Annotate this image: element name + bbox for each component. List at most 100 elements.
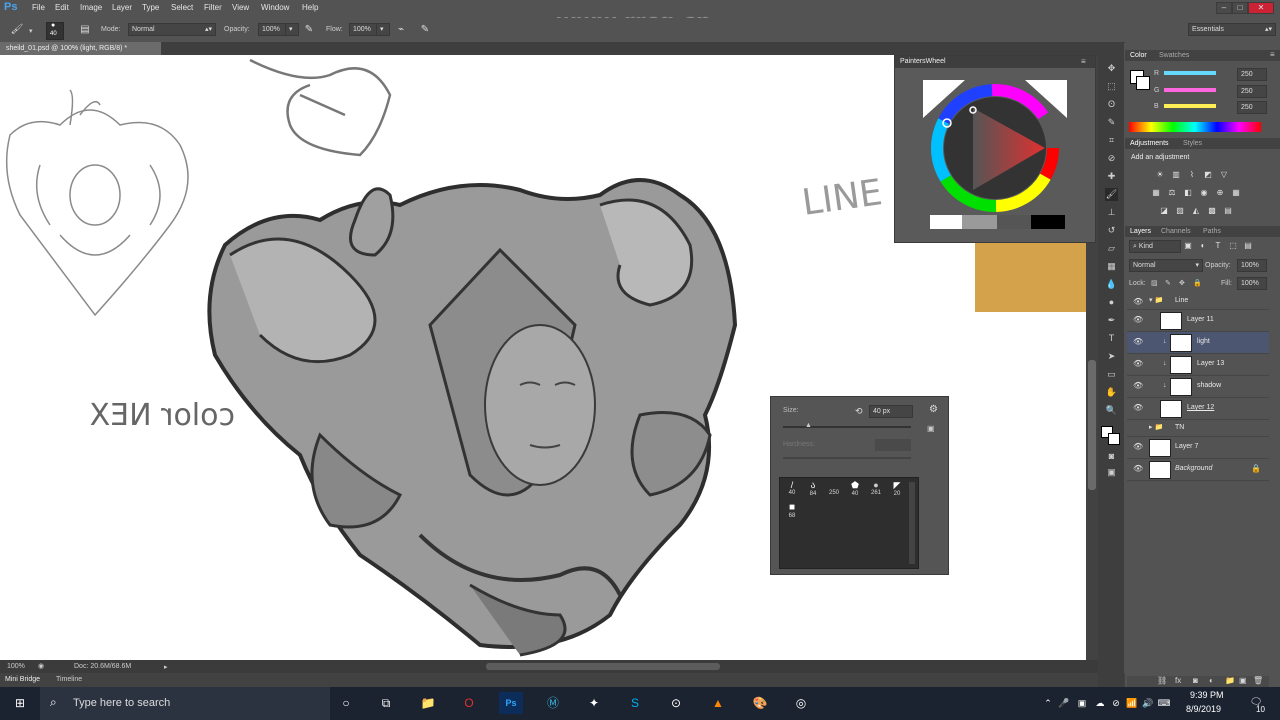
layer-row-layer-13[interactable]: 👁 ↓ Layer 13 bbox=[1127, 354, 1269, 376]
b-field[interactable]: 250 bbox=[1237, 101, 1267, 114]
posterize-icon[interactable]: ▨ bbox=[1175, 206, 1185, 215]
preset-scrollbar[interactable] bbox=[909, 482, 915, 564]
brush-preset-6[interactable]: ◤ 20 bbox=[889, 480, 905, 497]
hue-sat-icon[interactable]: ▦ bbox=[1151, 188, 1161, 197]
color-wheel[interactable] bbox=[895, 68, 1095, 242]
color-bg-swatch[interactable] bbox=[1136, 76, 1150, 90]
visibility-eye-icon[interactable]: 👁 bbox=[1133, 464, 1143, 473]
brush-preset-7[interactable]: ■ 68 bbox=[784, 502, 800, 519]
menu-layer[interactable]: Layer bbox=[112, 3, 132, 12]
brush-preset-picker[interactable]: ● 40 bbox=[46, 22, 64, 40]
tab-styles[interactable]: Styles bbox=[1183, 140, 1202, 147]
group-expanded-icon[interactable]: ▾ 📁 bbox=[1149, 296, 1163, 304]
blur-tool-icon[interactable]: 💧 bbox=[1105, 278, 1118, 291]
swatch-dark[interactable] bbox=[997, 215, 1031, 229]
quick-mask-icon[interactable]: ◙ bbox=[1105, 450, 1118, 463]
new-preset-icon[interactable]: ▣ bbox=[927, 424, 935, 433]
stamp-tool-icon[interactable]: ⊥ bbox=[1105, 206, 1118, 219]
visibility-eye-icon[interactable]: 👁 bbox=[1133, 315, 1143, 324]
status-info-icon[interactable]: ◉ bbox=[38, 662, 44, 670]
add-mask-icon[interactable]: ◙ bbox=[1193, 676, 1198, 685]
hardness-field[interactable] bbox=[875, 439, 911, 451]
flow-dropdown[interactable]: ▾ bbox=[376, 23, 390, 36]
new-group-icon[interactable]: 📁 bbox=[1225, 676, 1235, 685]
menu-filter[interactable]: Filter bbox=[204, 3, 222, 12]
tab-adjustments[interactable]: Adjustments bbox=[1130, 140, 1169, 147]
menu-select[interactable]: Select bbox=[171, 3, 193, 12]
group-collapsed-icon[interactable]: ▸ 📁 bbox=[1149, 423, 1163, 431]
size-slider-thumb[interactable]: ▲ bbox=[805, 422, 812, 429]
black-white-icon[interactable]: ◧ bbox=[1183, 188, 1193, 197]
hand-tool-icon[interactable]: ✋ bbox=[1105, 386, 1118, 399]
screen-mode-icon[interactable]: ▣ bbox=[1105, 466, 1118, 479]
layer-opacity-field[interactable]: 100% bbox=[1237, 259, 1267, 272]
brush-panel-toggle-icon[interactable]: ▤ bbox=[78, 23, 92, 37]
invert-icon[interactable]: ◪ bbox=[1159, 206, 1169, 215]
visibility-eye-icon[interactable]: 👁 bbox=[1133, 403, 1143, 412]
layer-row-background[interactable]: 👁 Background 🔒 bbox=[1127, 459, 1269, 481]
app-icon-m[interactable]: Ⓜ bbox=[541, 692, 565, 714]
paint-icon[interactable]: 🎨 bbox=[748, 692, 772, 714]
tab-swatches[interactable]: Swatches bbox=[1159, 52, 1189, 59]
menu-type[interactable]: Type bbox=[142, 3, 159, 12]
brush-tool-icon[interactable]: 🖌 bbox=[1105, 188, 1118, 201]
menu-edit[interactable]: Edit bbox=[55, 3, 69, 12]
app-icon-discord[interactable]: ◎ bbox=[789, 692, 813, 714]
maximize-button[interactable]: □ bbox=[1232, 2, 1248, 14]
trash-icon[interactable]: 🗑 bbox=[1253, 676, 1263, 685]
swatch-gray[interactable] bbox=[962, 215, 997, 229]
reset-icon[interactable]: ⟲ bbox=[855, 406, 863, 417]
filter-type-icon[interactable]: T bbox=[1213, 241, 1223, 250]
opacity-field[interactable]: 100% bbox=[258, 23, 288, 36]
visibility-eye-icon[interactable]: 👁 bbox=[1133, 297, 1143, 306]
threshold-icon[interactable]: ◭ bbox=[1191, 206, 1201, 215]
eraser-tool-icon[interactable]: ▱ bbox=[1105, 242, 1118, 255]
layer-kind-filter[interactable]: ⌕ Kind bbox=[1129, 240, 1181, 253]
size-slider[interactable] bbox=[783, 426, 911, 428]
mode-select[interactable]: Normal ▴▾ bbox=[128, 23, 216, 36]
layer-row-layer-7[interactable]: 👁 Layer 7 bbox=[1127, 437, 1269, 459]
brush-preset-2[interactable]: ა 84 bbox=[805, 480, 821, 497]
brightness-icon[interactable]: ☀ bbox=[1155, 170, 1165, 179]
layer-row-layer-11[interactable]: 👁 Layer 11 bbox=[1127, 310, 1269, 332]
pressure-opacity-icon[interactable]: ✎ bbox=[302, 23, 316, 37]
r-field[interactable]: 250 bbox=[1237, 68, 1267, 81]
airbrush-icon[interactable]: ⌁ bbox=[394, 23, 408, 37]
move-tool-icon[interactable]: ✥ bbox=[1105, 62, 1118, 75]
zoom-readout[interactable]: 100% bbox=[7, 663, 25, 670]
swatch-white[interactable] bbox=[930, 215, 962, 229]
visibility-eye-icon[interactable]: 👁 bbox=[1133, 442, 1143, 451]
crop-tool-icon[interactable]: ⌗ bbox=[1105, 134, 1118, 147]
curves-icon[interactable]: ⌇ bbox=[1187, 170, 1197, 179]
r-slider[interactable] bbox=[1164, 71, 1216, 75]
horizontal-scroll-thumb[interactable] bbox=[486, 663, 720, 670]
close-button[interactable]: ✕ bbox=[1248, 2, 1274, 14]
zoom-tool-icon[interactable]: 🔍 bbox=[1105, 404, 1118, 417]
visibility-eye-icon[interactable]: 👁 bbox=[1133, 337, 1143, 346]
shape-tool-icon[interactable]: ▭ bbox=[1105, 368, 1118, 381]
lasso-tool-icon[interactable]: ʘ bbox=[1105, 98, 1118, 111]
opera-icon[interactable]: O bbox=[457, 692, 481, 714]
lock-position-icon[interactable]: ✥ bbox=[1179, 279, 1185, 287]
layer-row-light-selected[interactable]: 👁 ↓ light bbox=[1127, 332, 1269, 354]
size-field[interactable]: 40 px bbox=[869, 405, 913, 418]
menu-window[interactable]: Window bbox=[261, 3, 289, 12]
tab-paths[interactable]: Paths bbox=[1203, 228, 1221, 235]
clock-time[interactable]: 9:39 PM bbox=[1190, 690, 1224, 700]
vertical-scroll-thumb[interactable] bbox=[1088, 360, 1096, 490]
color-lookup-icon[interactable]: ▦ bbox=[1231, 188, 1241, 197]
dodge-tool-icon[interactable]: ● bbox=[1105, 296, 1118, 309]
brush-preset-4[interactable]: ⬟ 40 bbox=[847, 480, 863, 497]
filter-pixel-icon[interactable]: ▣ bbox=[1183, 241, 1193, 250]
background-color-swatch[interactable] bbox=[1108, 433, 1120, 445]
selective-color-icon[interactable]: ▩ bbox=[1207, 206, 1217, 215]
vlc-icon[interactable]: ▲ bbox=[706, 692, 730, 714]
pressure-size-icon[interactable]: ✎ bbox=[418, 23, 432, 37]
history-brush-icon[interactable]: ↺ bbox=[1105, 224, 1118, 237]
fx-icon[interactable]: fx bbox=[1175, 676, 1181, 685]
visibility-eye-icon[interactable]: 👁 bbox=[1133, 381, 1143, 390]
language-icon[interactable]: ⌨ bbox=[1152, 692, 1176, 714]
healing-tool-icon[interactable]: ✚ bbox=[1105, 170, 1118, 183]
type-tool-icon[interactable]: T bbox=[1105, 332, 1118, 345]
layer-row-group-line[interactable]: 👁 ▾ 📁 Line bbox=[1127, 292, 1269, 310]
